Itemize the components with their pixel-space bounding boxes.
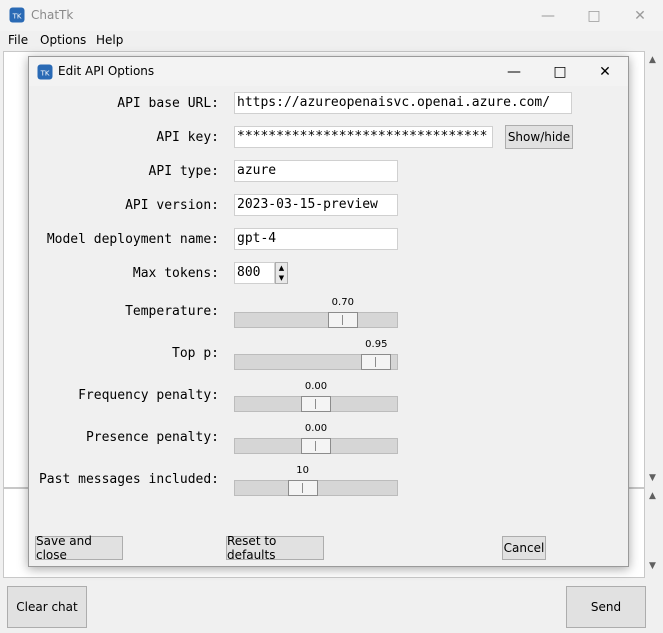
- api-base-url-label: API base URL:: [117, 96, 219, 111]
- maximize-icon[interactable]: □: [571, 0, 617, 31]
- scroll-down-icon-2[interactable]: ▼: [649, 561, 656, 571]
- api-key-label: API key:: [156, 130, 219, 145]
- reset-to-defaults-button[interactable]: Reset to defaults: [226, 534, 324, 562]
- temperature-thumb[interactable]: [327, 312, 358, 328]
- max-tokens-value[interactable]: 800: [234, 262, 275, 284]
- scroll-down-icon[interactable]: ▼: [649, 473, 656, 483]
- max-tokens-stepper[interactable]: ▲ ▼: [275, 262, 288, 284]
- dialog-close-icon[interactable]: ✕: [582, 57, 628, 86]
- chat-scrollbar[interactable]: ▲ ▼ ▲ ▼: [645, 51, 662, 576]
- past-messages-label: Past messages included:: [38, 472, 219, 487]
- menu-help[interactable]: Help: [96, 33, 123, 47]
- frequency-penalty-label: Frequency penalty:: [78, 388, 219, 403]
- presence-penalty-slider[interactable]: 0.00: [234, 423, 398, 467]
- max-tokens-spinbox[interactable]: 800 ▲ ▼: [234, 262, 288, 284]
- spin-up-icon[interactable]: ▲: [276, 263, 287, 273]
- dialog-minimize-icon[interactable]: —: [491, 57, 537, 86]
- api-base-url-input[interactable]: https://azureopenaisvc.openai.azure.com/: [234, 92, 572, 114]
- show-hide-button[interactable]: Show/hide: [505, 125, 573, 149]
- past-messages-value: 10: [296, 465, 309, 476]
- main-window-title: ChatTk: [31, 8, 74, 22]
- temperature-trough[interactable]: [234, 312, 398, 328]
- menu-options[interactable]: Options: [40, 33, 86, 47]
- scroll-up-icon-2[interactable]: ▲: [649, 491, 656, 501]
- dialog-app-icon: TK: [37, 64, 53, 80]
- close-icon[interactable]: ✕: [617, 0, 663, 31]
- top-p-slider[interactable]: 0.95: [234, 339, 398, 383]
- past-messages-slider[interactable]: 10: [234, 465, 398, 509]
- save-and-close-button[interactable]: Save and close: [35, 534, 123, 562]
- menu-file[interactable]: File: [8, 33, 28, 47]
- send-button[interactable]: Send: [566, 586, 646, 628]
- temperature-slider[interactable]: 0.70: [234, 297, 398, 341]
- main-titlebar: TK ChatTk — □ ✕: [0, 0, 663, 31]
- svg-text:TK: TK: [12, 13, 22, 21]
- max-tokens-label: Max tokens:: [132, 266, 219, 281]
- dialog-title: Edit API Options: [58, 64, 155, 78]
- menubar: File Options Help: [0, 31, 663, 51]
- presence-penalty-label: Presence penalty:: [85, 430, 219, 445]
- temperature-value: 0.70: [331, 297, 354, 308]
- model-deployment-label: Model deployment name:: [46, 232, 219, 247]
- api-type-label: API type:: [148, 164, 219, 179]
- spin-down-icon[interactable]: ▼: [276, 273, 287, 283]
- api-version-input[interactable]: 2023-03-15-preview: [234, 194, 398, 216]
- presence-penalty-value: 0.00: [304, 423, 328, 434]
- api-version-label: API version:: [125, 198, 219, 213]
- top-p-thumb[interactable]: [361, 354, 392, 370]
- dialog-maximize-icon[interactable]: □: [537, 57, 583, 86]
- cancel-button[interactable]: Cancel: [502, 536, 546, 560]
- frequency-penalty-value: 0.00: [304, 381, 328, 392]
- model-deployment-input[interactable]: gpt-4: [234, 228, 398, 250]
- dialog-titlebar: TK Edit API Options — □ ✕: [29, 57, 628, 86]
- top-p-value: 0.95: [365, 339, 388, 350]
- past-messages-thumb[interactable]: [287, 480, 318, 496]
- frequency-penalty-thumb[interactable]: [301, 396, 331, 412]
- top-p-label: Top p:: [172, 346, 219, 361]
- minimize-icon[interactable]: —: [525, 0, 571, 31]
- temperature-label: Temperature:: [125, 304, 219, 319]
- clear-chat-button[interactable]: Clear chat: [7, 586, 87, 628]
- api-options-dialog: TK Edit API Options — □ ✕ API base URL: …: [28, 56, 629, 567]
- scroll-up-icon[interactable]: ▲: [649, 55, 656, 65]
- app-icon: TK: [9, 7, 25, 23]
- api-key-input[interactable]: ********************************: [234, 126, 493, 148]
- svg-text:TK: TK: [40, 70, 50, 78]
- presence-penalty-thumb[interactable]: [301, 438, 331, 454]
- frequency-penalty-slider[interactable]: 0.00: [234, 381, 398, 425]
- api-type-input[interactable]: azure: [234, 160, 398, 182]
